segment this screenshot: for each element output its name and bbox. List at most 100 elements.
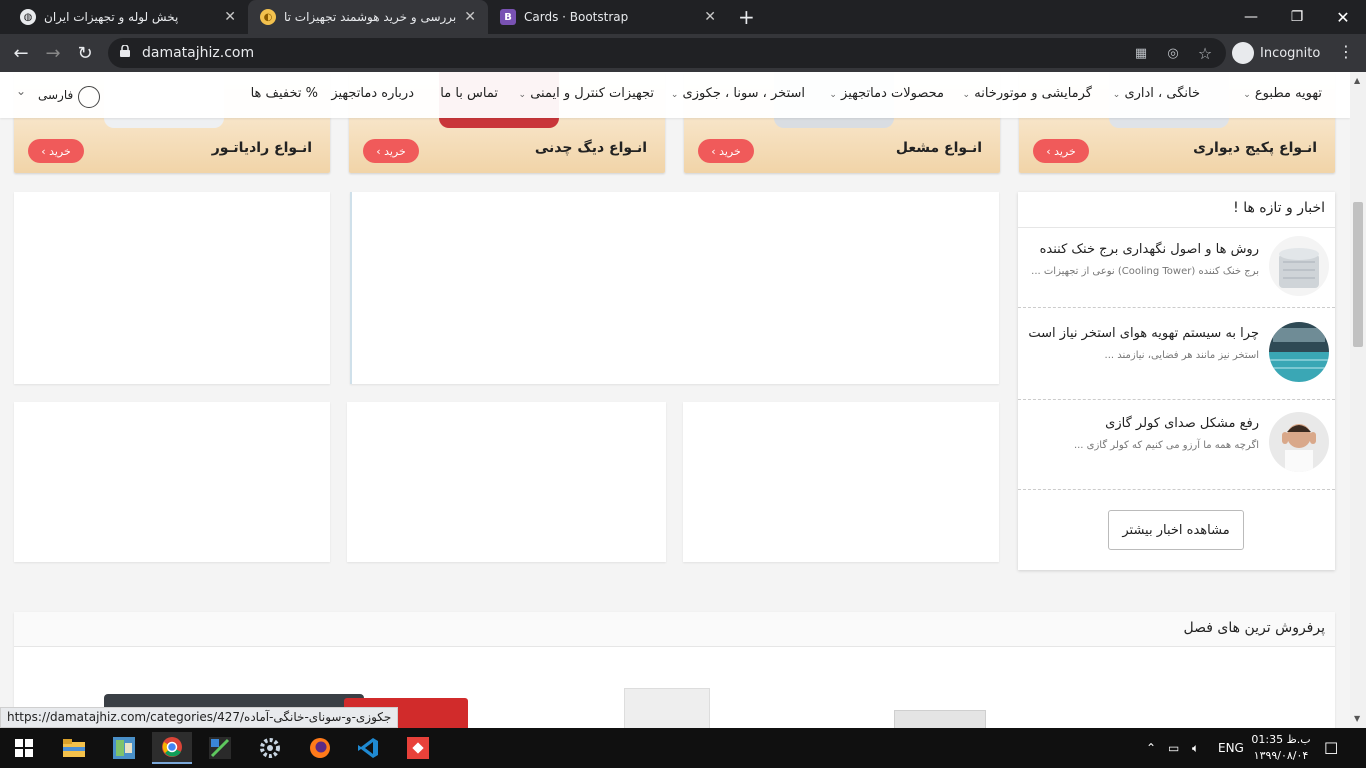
nav-label: تماس با ما — [440, 86, 498, 101]
language-selector[interactable]: فارسی — [38, 88, 73, 102]
anydesk-icon[interactable] — [398, 732, 438, 764]
browser-menu-icon[interactable]: ⋮ — [1338, 42, 1354, 61]
banner-title: انـواع مشعل — [895, 140, 982, 156]
buy-button[interactable]: خرید › — [28, 139, 84, 163]
incognito-label: Incognito — [1260, 45, 1321, 61]
nav-label: تهویه مطبوع — [1254, 86, 1322, 101]
banner-title: انـواع پکیج دیواری — [1193, 140, 1317, 156]
url-text: damatajhiz.com — [142, 45, 255, 61]
browser-toolbar: ← → ↻ damatajhiz.com ▦ ◎ ☆ Incognito ⋮ — [0, 34, 1366, 72]
close-icon[interactable]: ✕ — [704, 9, 716, 25]
firefox-icon[interactable] — [300, 732, 340, 764]
resize-tool-icon[interactable] — [200, 732, 240, 764]
tab-title: Cards · Bootstrap — [524, 10, 629, 24]
chevron-down-icon[interactable]: ⌄ — [16, 84, 26, 98]
clock-time: 01:35 ب.ظ — [1251, 733, 1311, 746]
product-card[interactable] — [350, 192, 999, 384]
nav-item-contact[interactable]: تماس با ما — [440, 86, 498, 101]
globe-icon: ◍ — [20, 9, 36, 25]
news-item[interactable]: چرا به سیستم تهویه هوای استخر نیاز است ا… — [1018, 308, 1335, 400]
news-title[interactable]: چرا به سیستم تهویه هوای استخر نیاز است — [1028, 326, 1259, 341]
tab-bootstrap-cards[interactable]: B Cards · Bootstrap ✕ — [488, 0, 728, 34]
percent-icon: % — [305, 86, 318, 101]
buy-button[interactable]: خرید › — [363, 139, 419, 163]
man-covering-ears-thumbnail — [1269, 412, 1329, 472]
notifications-icon[interactable]: ☐ — [1324, 728, 1338, 768]
reload-button[interactable]: ↻ — [72, 40, 98, 66]
chevron-down-icon: ⌄ — [670, 90, 679, 100]
maps-app-icon[interactable] — [104, 732, 144, 764]
windows-start-icon[interactable] — [4, 732, 44, 764]
product-card[interactable] — [14, 192, 330, 384]
vscode-icon[interactable] — [348, 732, 388, 764]
show-hidden-icons-icon[interactable]: ⌃ — [1146, 728, 1156, 768]
news-item[interactable]: روش ها و اصول نگهداری برج خنک کننده برج … — [1018, 228, 1335, 308]
nav-label: استخر ، سونا ، جکوزی — [682, 86, 805, 101]
more-news-button[interactable]: مشاهده اخبار بیشتر — [1108, 510, 1244, 550]
scroll-down-icon[interactable]: ▼ — [1354, 714, 1360, 723]
chevron-down-icon: ⌄ — [1243, 90, 1251, 100]
page-scrollbar[interactable]: ▲ ▼ — [1350, 72, 1366, 728]
new-tab-button[interactable]: + — [738, 5, 755, 29]
product-image — [894, 710, 986, 728]
window-close-button[interactable]: ✕ — [1320, 0, 1366, 34]
address-bar[interactable]: damatajhiz.com ▦ ◎ ☆ — [108, 38, 1226, 68]
input-language-indicator[interactable]: ENG — [1218, 728, 1244, 768]
nav-label: تخفیف ها — [250, 86, 302, 101]
forward-button[interactable]: → — [40, 40, 66, 66]
nav-item-home-office[interactable]: خانگی ، اداری ⌄ — [1113, 86, 1200, 101]
nav-item-heating[interactable]: گرمایشی و موتورخانه ⌄ — [963, 86, 1092, 101]
product-image — [624, 688, 710, 728]
tab-iran-pipe[interactable]: ◍ پخش لوله و تجهیزات ایران ✕ — [8, 0, 248, 34]
nav-item-control-safety[interactable]: تجهیزات کنترل و ایمنی ⌄ — [519, 86, 654, 101]
bootstrap-icon: B — [500, 9, 516, 25]
news-item[interactable]: رفع مشکل صدای کولر گازی اگرچه همه ما آرز… — [1018, 400, 1335, 490]
product-card[interactable] — [347, 402, 666, 562]
volume-icon[interactable]: 🔈︎ — [1192, 728, 1199, 768]
buy-button[interactable]: خرید › — [1033, 139, 1089, 163]
settings-gear-icon[interactable] — [250, 732, 290, 764]
scrollbar-thumb[interactable] — [1353, 202, 1363, 347]
nav-item-hvac[interactable]: تهویه مطبوع ⌄ — [1243, 86, 1322, 101]
minimize-button[interactable]: — — [1228, 0, 1274, 34]
close-icon[interactable]: ✕ — [224, 9, 236, 25]
chrome-icon[interactable] — [152, 732, 192, 764]
clock-date: ۱۳۹۹/۰۸/۰۴ — [1253, 749, 1309, 762]
news-heading: اخبار و تازه ها ! — [1018, 192, 1335, 228]
file-explorer-icon[interactable] — [54, 732, 94, 764]
scroll-up-icon[interactable]: ▲ — [1354, 76, 1360, 85]
tab-damatajhiz[interactable]: ◐ بررسی و خرید هوشمند تجهیزات تاسیسات ✕ — [248, 0, 488, 34]
news-excerpt: استخر نیز مانند هر فضایی، نیازمند ... — [1104, 350, 1259, 361]
main-nav: تهویه مطبوع ⌄ خانگی ، اداری ⌄ گرمایشی و … — [0, 72, 1350, 118]
network-icon[interactable]: ▭ — [1168, 728, 1179, 768]
back-button[interactable]: ← — [8, 40, 34, 66]
nav-item-about[interactable]: درباره دماتجهیز — [331, 86, 414, 101]
product-card[interactable] — [14, 402, 330, 562]
buy-button[interactable]: خرید › — [698, 139, 754, 163]
translate-icon[interactable]: ▦ — [1132, 44, 1150, 62]
nav-label: تجهیزات کنترل و ایمنی — [530, 86, 654, 101]
news-panel: اخبار و تازه ها ! روش ها و اصول نگهداری … — [1018, 192, 1335, 570]
news-title[interactable]: روش ها و اصول نگهداری برج خنک کننده — [1040, 242, 1259, 257]
product-card[interactable] — [683, 402, 999, 562]
browser-tab-strip: ◍ پخش لوله و تجهیزات ایران ✕ ◐ بررسی و خ… — [0, 0, 1366, 34]
nav-label: محصولات دماتجهیز — [841, 86, 944, 101]
site-favicon-icon: ◐ — [260, 9, 276, 25]
close-icon[interactable]: ✕ — [464, 9, 476, 25]
incognito-icon — [1232, 42, 1254, 64]
incognito-badge[interactable]: Incognito — [1232, 39, 1320, 67]
link-status-bar: https://damatajhiz.com/categories/427/جک… — [0, 707, 399, 728]
tab-title: بررسی و خرید هوشمند تجهیزات تاسیسات — [284, 10, 457, 24]
chevron-down-icon: ⌄ — [829, 90, 837, 100]
nav-item-products[interactable]: محصولات دماتجهیز ⌄ — [829, 86, 944, 101]
eye-off-icon[interactable]: ◎ — [1164, 44, 1182, 62]
nav-item-pool-sauna[interactable]: استخر ، سونا ، جکوزی ⌄ — [671, 86, 805, 101]
lock-icon — [120, 45, 130, 57]
globe-icon[interactable] — [78, 86, 100, 108]
chevron-down-icon: ⌄ — [518, 90, 527, 100]
bookmark-star-icon[interactable]: ☆ — [1196, 44, 1214, 63]
maximize-button[interactable]: ❐ — [1274, 0, 1320, 34]
nav-item-discounts[interactable]: % تخفیف ها — [251, 86, 318, 101]
clock[interactable]: 01:35 ب.ظ ۱۳۹۹/۰۸/۰۴ — [1246, 732, 1316, 764]
news-title[interactable]: رفع مشکل صدای کولر گازی — [1105, 416, 1259, 431]
